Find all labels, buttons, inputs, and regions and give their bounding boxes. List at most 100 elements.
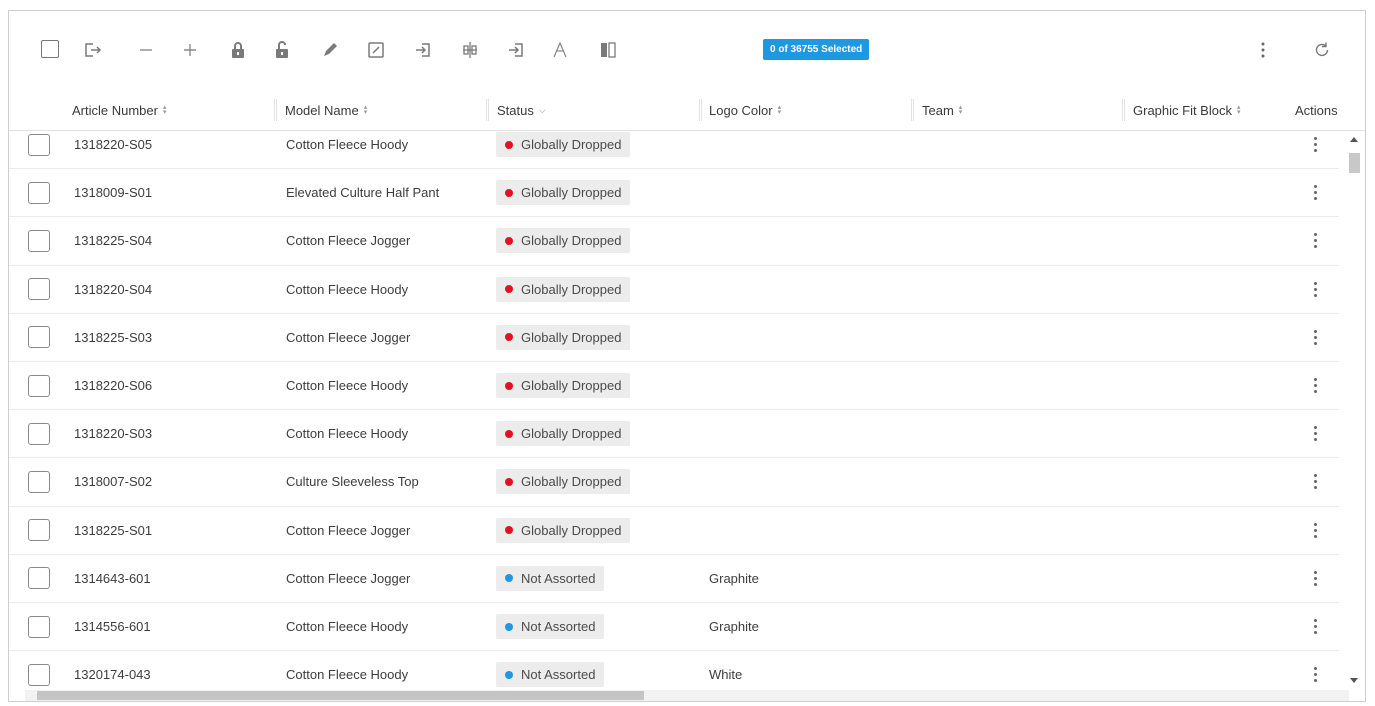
status-dot-icon xyxy=(505,140,513,149)
column-resize-handle[interactable] xyxy=(274,99,277,121)
row-actions-menu-icon[interactable] xyxy=(1310,329,1320,345)
status-dot-icon xyxy=(505,670,513,679)
status-badge: Not Assorted xyxy=(496,662,605,688)
status-dot-icon xyxy=(505,622,513,631)
column-header-model-name[interactable]: Model Name ▴ ▾ xyxy=(285,89,367,131)
column-header-status[interactable]: Status ⌵ xyxy=(497,89,546,131)
row-checkbox[interactable] xyxy=(28,422,50,445)
add-icon[interactable] xyxy=(179,39,201,61)
article-number-cell: 1320174-043 xyxy=(74,667,151,683)
row-checkbox[interactable] xyxy=(28,326,50,349)
split-icon[interactable] xyxy=(459,39,481,61)
row-checkbox[interactable] xyxy=(28,278,50,301)
table-row[interactable]: 1318225-S04 Cotton Fleece Jogger Globall… xyxy=(9,217,1339,266)
column-header-logo-color[interactable]: Logo Color ▴ ▾ xyxy=(709,89,781,131)
table-row[interactable]: 1314556-601 Cotton Fleece Hoody Not Asso… xyxy=(9,603,1339,652)
model-name-cell: Cotton Fleece Jogger xyxy=(286,233,411,249)
horizontal-scroll-thumb[interactable] xyxy=(37,691,644,700)
table-row[interactable]: 1318220-S03 Cotton Fleece Hoody Globally… xyxy=(9,410,1339,459)
status-dot-icon xyxy=(505,188,513,197)
row-checkbox[interactable] xyxy=(28,519,50,542)
row-checkbox[interactable] xyxy=(28,181,50,204)
row-actions-cell xyxy=(1310,131,1320,168)
more-icon[interactable] xyxy=(1252,39,1274,61)
import-alt-icon[interactable] xyxy=(505,39,527,61)
horizontal-scrollbar[interactable] xyxy=(25,690,1349,701)
column-resize-handle[interactable] xyxy=(911,99,914,121)
select-all-checkbox[interactable] xyxy=(41,40,59,58)
row-actions-menu-icon[interactable] xyxy=(1310,137,1320,153)
toolbar: 0 of 36755 Selected xyxy=(9,11,1365,89)
table-row[interactable]: 1318225-S03 Cotton Fleece Jogger Globall… xyxy=(9,314,1339,362)
edit-icon[interactable] xyxy=(319,39,341,61)
table-row[interactable]: 1314643-601 Cotton Fleece Jogger Not Ass… xyxy=(9,555,1339,603)
table-row[interactable]: 1318220-S06 Cotton Fleece Hoody Globally… xyxy=(9,362,1339,411)
row-actions-menu-icon[interactable] xyxy=(1310,426,1320,442)
export-icon[interactable] xyxy=(81,39,103,61)
vertical-scroll-thumb[interactable] xyxy=(1349,153,1360,173)
row-actions-cell xyxy=(1310,362,1320,409)
table-row[interactable]: 1320174-043 Cotton Fleece Hoody Not Asso… xyxy=(9,651,1339,689)
table-row[interactable]: 1318220-S05 Cotton Fleece Hoody Globally… xyxy=(9,131,1339,170)
status-dot-icon xyxy=(505,285,513,294)
column-header-graphic-fit-block[interactable]: Graphic Fit Block ▴ ▾ xyxy=(1133,89,1241,131)
status-badge: Not Assorted xyxy=(496,614,605,640)
row-checkbox[interactable] xyxy=(28,229,50,252)
column-header-team[interactable]: Team ▴ ▾ xyxy=(922,89,962,131)
row-checkbox[interactable] xyxy=(28,567,50,590)
column-resize-handle[interactable] xyxy=(1122,99,1125,121)
row-checkbox[interactable] xyxy=(28,615,50,638)
font-icon[interactable] xyxy=(549,39,571,61)
row-actions-menu-icon[interactable] xyxy=(1310,619,1320,635)
status-cell: Globally Dropped xyxy=(496,507,631,554)
table-row[interactable]: 1318225-S01 Cotton Fleece Jogger Globall… xyxy=(9,507,1339,555)
remove-icon[interactable] xyxy=(135,39,157,61)
status-cell: Globally Dropped xyxy=(496,362,631,409)
table-body: 1318220-S05 Cotton Fleece Hoody Globally… xyxy=(9,131,1339,689)
row-checkbox[interactable] xyxy=(28,663,50,686)
status-badge: Globally Dropped xyxy=(496,180,631,206)
scroll-up-icon[interactable] xyxy=(1350,137,1358,142)
row-checkbox[interactable] xyxy=(28,374,50,397)
column-resize-handle[interactable] xyxy=(486,99,489,121)
lock-icon[interactable] xyxy=(227,39,249,61)
sort-icon[interactable]: ▴ ▾ xyxy=(364,104,368,116)
edit-box-icon[interactable] xyxy=(365,39,387,61)
sort-icon[interactable]: ▴ ▾ xyxy=(778,104,782,116)
status-badge: Globally Dropped xyxy=(496,469,631,495)
status-badge: Globally Dropped xyxy=(496,421,631,447)
import-icon[interactable] xyxy=(412,39,434,61)
table-row[interactable]: 1318009-S01 Elevated Culture Half Pant G… xyxy=(9,169,1339,218)
row-actions-menu-icon[interactable] xyxy=(1310,281,1320,297)
row-actions-menu-icon[interactable] xyxy=(1310,233,1320,249)
table-row[interactable]: 1318007-S02 Culture Sleeveless Top Globa… xyxy=(9,458,1339,507)
row-actions-menu-icon[interactable] xyxy=(1310,185,1320,201)
column-header-article-number[interactable]: Article Number ▴ ▾ xyxy=(72,89,166,131)
unlock-icon[interactable] xyxy=(271,39,293,61)
row-checkbox[interactable] xyxy=(28,133,50,156)
sort-icon[interactable]: ▴ ▾ xyxy=(959,104,963,116)
compare-icon[interactable] xyxy=(597,39,619,61)
status-badge: Globally Dropped xyxy=(496,373,631,399)
refresh-icon[interactable] xyxy=(1311,39,1333,61)
table-header: Article Number ▴ ▾ Model Name ▴ ▾ Status ⌵… xyxy=(9,89,1365,131)
model-name-cell: Cotton Fleece Hoody xyxy=(286,281,409,297)
article-number-cell: 1318220-S03 xyxy=(74,426,153,442)
article-number-cell: 1318009-S01 xyxy=(74,185,153,201)
table-row[interactable]: 1318220-S04 Cotton Fleece Hoody Globally… xyxy=(9,266,1339,314)
row-checkbox[interactable] xyxy=(28,470,50,493)
sort-descending-icon[interactable]: ⌵ xyxy=(539,105,546,116)
status-dot-icon xyxy=(505,477,513,486)
row-actions-menu-icon[interactable] xyxy=(1310,522,1320,538)
row-actions-menu-icon[interactable] xyxy=(1310,570,1320,586)
scroll-down-icon[interactable] xyxy=(1350,678,1358,683)
sort-icon[interactable]: ▴ ▾ xyxy=(1237,104,1241,116)
model-name-cell: Elevated Culture Half Pant xyxy=(286,185,440,201)
article-number-cell: 1318225-S01 xyxy=(74,522,153,538)
row-actions-menu-icon[interactable] xyxy=(1310,667,1320,683)
row-actions-menu-icon[interactable] xyxy=(1310,474,1320,490)
column-resize-handle[interactable] xyxy=(699,99,702,121)
vertical-scrollbar[interactable] xyxy=(1343,131,1363,689)
sort-icon[interactable]: ▴ ▾ xyxy=(163,104,167,116)
row-actions-menu-icon[interactable] xyxy=(1310,378,1320,394)
